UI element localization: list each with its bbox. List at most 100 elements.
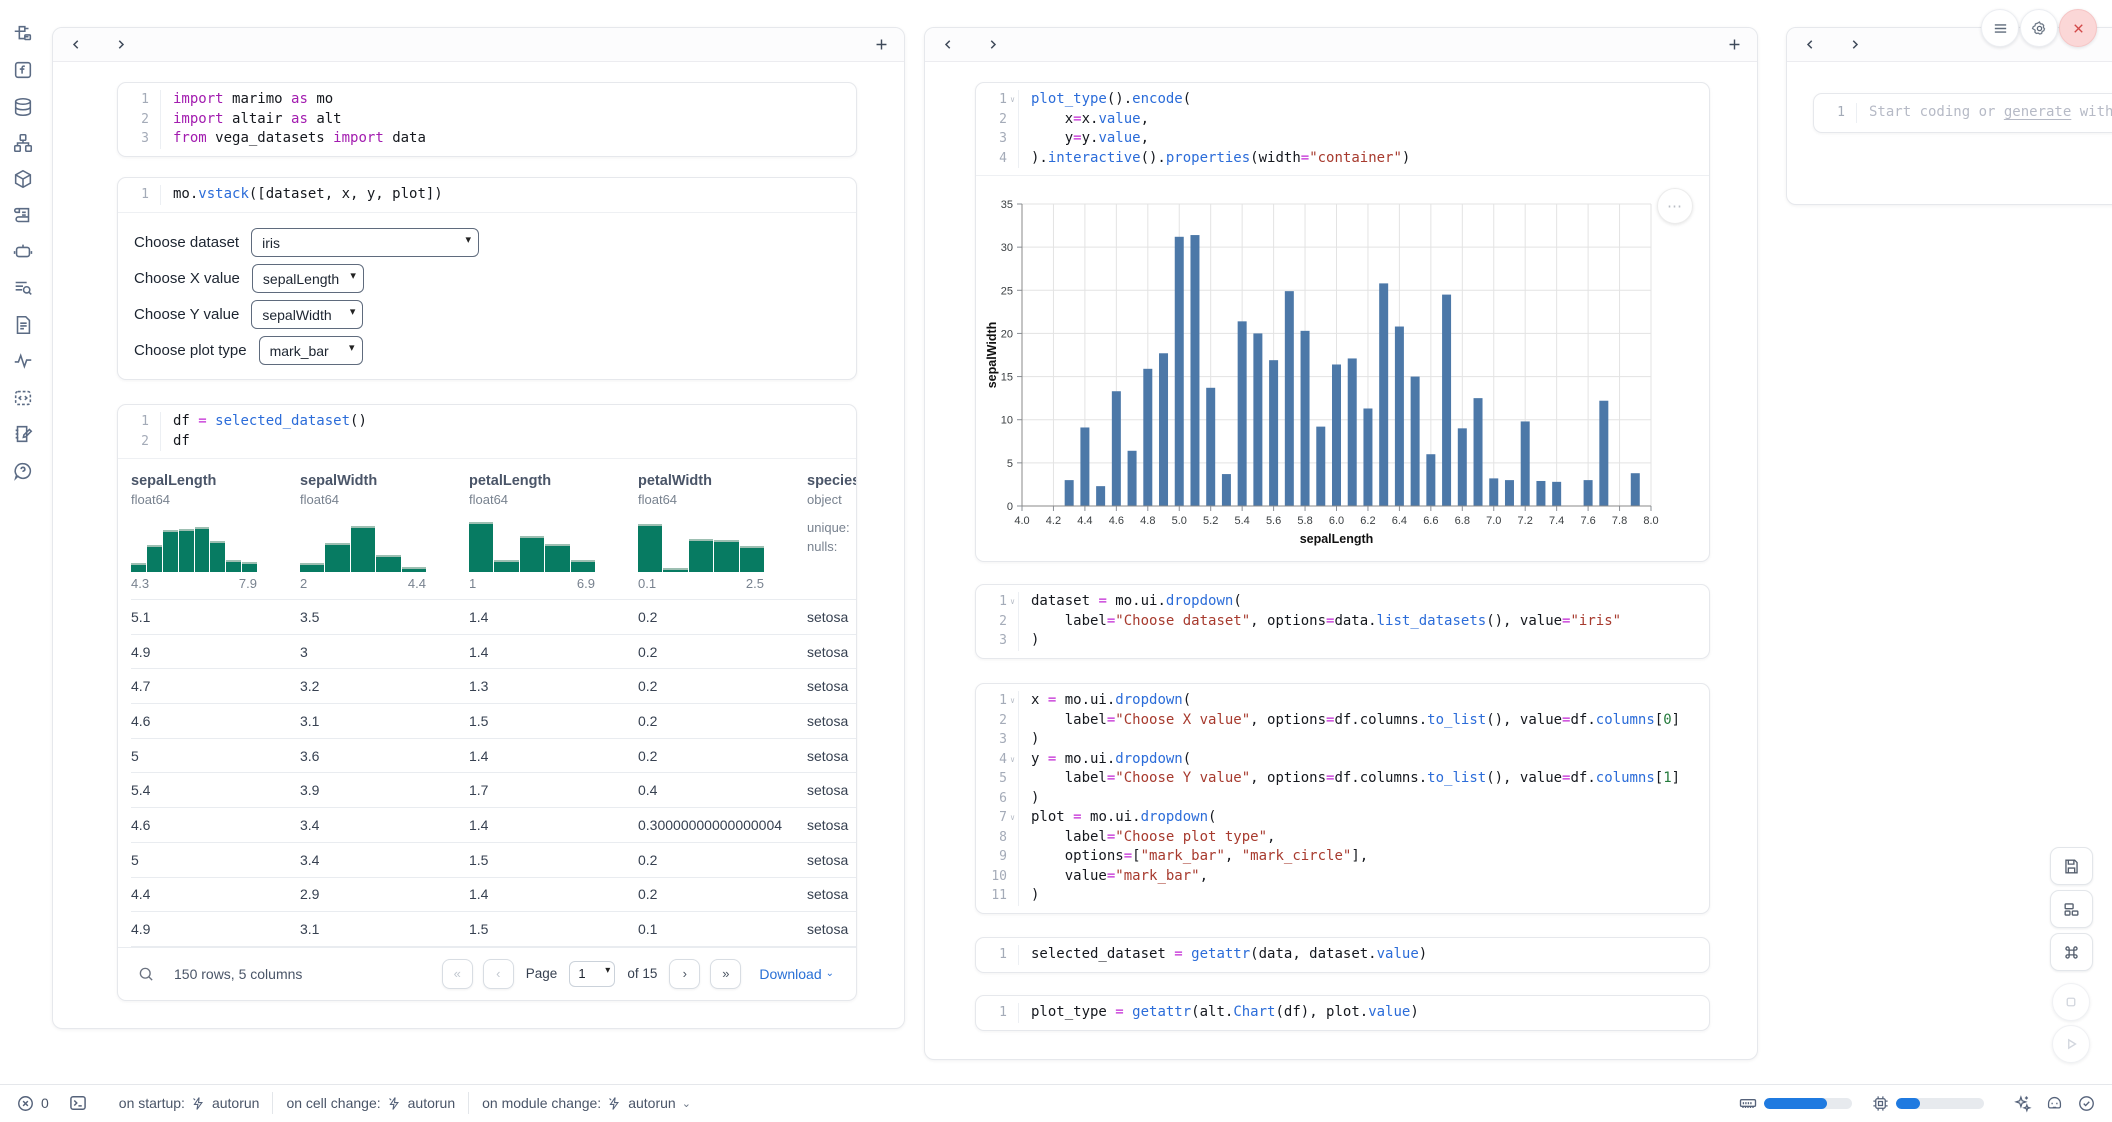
notebook-menu-button[interactable] [1981, 9, 2019, 47]
code-cell-dataset-dropdown[interactable]: 1∨23dataset = mo.ui.dropdown( label="Cho… [975, 584, 1710, 659]
tracing-icon[interactable] [12, 350, 36, 374]
table-row[interactable]: 4.931.40.2setosa [131, 635, 856, 670]
settings-button[interactable] [2020, 9, 2058, 47]
datasources-icon[interactable] [12, 96, 36, 120]
prev-page-button[interactable]: ‹ [483, 959, 514, 989]
status-bar: 0 on startup: autorun on cell change: au… [0, 1084, 2112, 1121]
logs-icon[interactable] [12, 277, 36, 301]
snippets-icon[interactable] [12, 387, 36, 411]
packages-icon[interactable] [12, 168, 36, 192]
help-icon[interactable] [12, 460, 36, 484]
chat-icon[interactable] [12, 241, 36, 265]
code-cell-selected-dataset[interactable]: 1selected_dataset = getattr(data, datase… [975, 937, 1710, 973]
generate-with-ai-link[interactable]: generate [2004, 104, 2071, 120]
close-panel-button[interactable] [2059, 9, 2097, 47]
add-cell-icon[interactable] [1725, 36, 1743, 54]
next-page-button[interactable]: › [669, 959, 700, 989]
layout-toggle-button[interactable] [2050, 890, 2093, 928]
table-row[interactable]: 4.63.11.50.2setosa [131, 704, 856, 739]
table-footer: 150 rows, 5 columns « ‹ Page 1▾ of 15 › … [118, 947, 856, 1000]
table-row[interactable]: 4.73.21.30.2setosa [131, 669, 856, 704]
column-next-icon[interactable] [1845, 36, 1863, 54]
on-module-change-setting[interactable]: on module change: autorun ⌄ [482, 1095, 691, 1111]
connection-status-button[interactable] [2077, 1094, 2096, 1113]
dropdown-label: Choose Y value [134, 306, 239, 323]
table-row[interactable]: 5.13.51.40.2setosa [131, 600, 856, 635]
code-cell-plot-type[interactable]: 1plot_type = getattr(alt.Chart(df), plot… [975, 995, 1710, 1031]
column-histogram [469, 518, 595, 572]
error-count[interactable]: 0 [16, 1094, 49, 1113]
download-button[interactable]: Download⌄ [759, 966, 834, 982]
errors-icon [16, 1094, 35, 1113]
fold-chevron-icon[interactable]: ∨ [1007, 691, 1018, 711]
dropdown-select-sepalWidth[interactable]: sepalWidth▾ [251, 300, 363, 329]
code-cell-vstack[interactable]: 1mo.vstack([dataset, x, y, plot]) Choose… [117, 177, 857, 380]
cpu-usage[interactable] [1871, 1094, 1984, 1113]
copilot-button[interactable] [2045, 1094, 2064, 1113]
code-editor[interactable]: import marimo as moimport altair as altf… [161, 90, 856, 149]
dependency-graph-icon[interactable] [12, 132, 36, 156]
dropdown-select-iris[interactable]: iris▾ [251, 228, 479, 257]
table-row[interactable]: 53.41.50.2setosa [131, 843, 856, 878]
column-header-sepalLength[interactable]: sepalLengthfloat644.37.9 [131, 471, 300, 591]
column-header-sepalWidth[interactable]: sepalWidthfloat6424.4 [300, 471, 469, 591]
code-editor[interactable]: mo.vstack([dataset, x, y, plot]) [161, 185, 856, 205]
column-prev-icon[interactable] [939, 36, 957, 54]
lightning-icon [607, 1096, 622, 1111]
column-header-petalWidth[interactable]: petalWidthfloat640.12.5 [638, 471, 807, 591]
page-of-label: of 15 [627, 966, 657, 981]
file-explorer-icon[interactable] [12, 23, 36, 47]
column-prev-icon[interactable] [1801, 36, 1819, 54]
page-select[interactable]: 1▾ [569, 961, 615, 987]
code-editor[interactable]: selected_dataset = getattr(data, dataset… [1019, 945, 1709, 965]
documentation-icon[interactable] [12, 314, 36, 338]
code-cell-imports[interactable]: 123import marimo as moimport altair as a… [117, 82, 857, 157]
save-button[interactable] [2050, 847, 2093, 885]
dropdown-select-sepalLength[interactable]: sepalLength▾ [252, 264, 364, 293]
code-cell-xy-plot-dropdowns[interactable]: 1∨234∨567∨891011x = mo.ui.dropdown( labe… [975, 683, 1710, 914]
code-editor[interactable]: x = mo.ui.dropdown( label="Choose X valu… [1019, 691, 1709, 906]
fold-chevron-icon[interactable]: ∨ [1007, 750, 1018, 770]
first-page-button[interactable]: « [442, 959, 473, 989]
code-editor[interactable]: dataset = mo.ui.dropdown( label="Choose … [1019, 592, 1709, 651]
memory-usage[interactable] [1738, 1093, 1852, 1113]
on-startup-setting[interactable]: on startup: autorun [119, 1095, 260, 1111]
last-page-button[interactable]: » [710, 959, 741, 989]
column-header-species[interactable]: speciesobjectunique:nulls: [807, 471, 856, 591]
ai-assist-button[interactable] [2013, 1094, 2032, 1113]
empty-code-cell[interactable]: 1 Start coding or generate with AI [1813, 93, 2112, 133]
code-editor[interactable]: df = selected_dataset()df [161, 412, 856, 451]
table-row[interactable]: 4.93.11.50.1setosa [131, 912, 856, 947]
code-cell-dataframe[interactable]: 12df = selected_dataset()df sepalLengthf… [117, 404, 857, 1001]
editor-placeholder[interactable]: Start coding or generate with AI [1857, 103, 2112, 123]
chart-menu-button[interactable]: ⋯ [1657, 188, 1693, 224]
add-cell-icon[interactable] [872, 36, 890, 54]
functions-icon[interactable] [12, 59, 36, 83]
run-all-button[interactable] [2052, 1025, 2090, 1063]
fold-chevron-icon[interactable]: ∨ [1007, 808, 1018, 828]
table-row[interactable]: 4.42.91.40.2setosa [131, 878, 856, 913]
scratchpad-icon[interactable] [12, 423, 36, 447]
command-palette-button[interactable] [2050, 933, 2093, 971]
code-editor[interactable]: plot_type().encode( x=x.value, y=y.value… [1019, 90, 1709, 168]
code-cell-plot[interactable]: 1∨234plot_type().encode( x=x.value, y=y.… [975, 82, 1710, 562]
stop-all-button[interactable] [2052, 983, 2090, 1021]
svg-text:5.0: 5.0 [1172, 515, 1187, 527]
table-row[interactable]: 5.43.91.70.4setosa [131, 773, 856, 808]
code-editor[interactable]: plot_type = getattr(alt.Chart(df), plot.… [1019, 1003, 1709, 1023]
terminal-button[interactable] [68, 1093, 88, 1113]
column-prev-icon[interactable] [67, 36, 85, 54]
column-header-petalLength[interactable]: petalLengthfloat6416.9 [469, 471, 638, 591]
vstack-output: Choose datasetiris▾Choose X valuesepalLe… [118, 212, 856, 379]
column-next-icon[interactable] [983, 36, 1001, 54]
search-icon[interactable] [137, 965, 155, 983]
on-cell-change-setting[interactable]: on cell change: autorun [286, 1095, 455, 1111]
table-row[interactable]: 53.61.40.2setosa [131, 739, 856, 774]
dropdown-select-mark_bar[interactable]: mark_bar▾ [259, 336, 363, 365]
scripts-icon[interactable] [12, 205, 36, 229]
fold-chevron-icon[interactable]: ∨ [1007, 592, 1018, 612]
fold-chevron-icon[interactable]: ∨ [1007, 90, 1018, 110]
svg-text:6.0: 6.0 [1329, 515, 1344, 527]
table-row[interactable]: 4.63.41.40.30000000000000004setosa [131, 808, 856, 843]
column-next-icon[interactable] [111, 36, 129, 54]
